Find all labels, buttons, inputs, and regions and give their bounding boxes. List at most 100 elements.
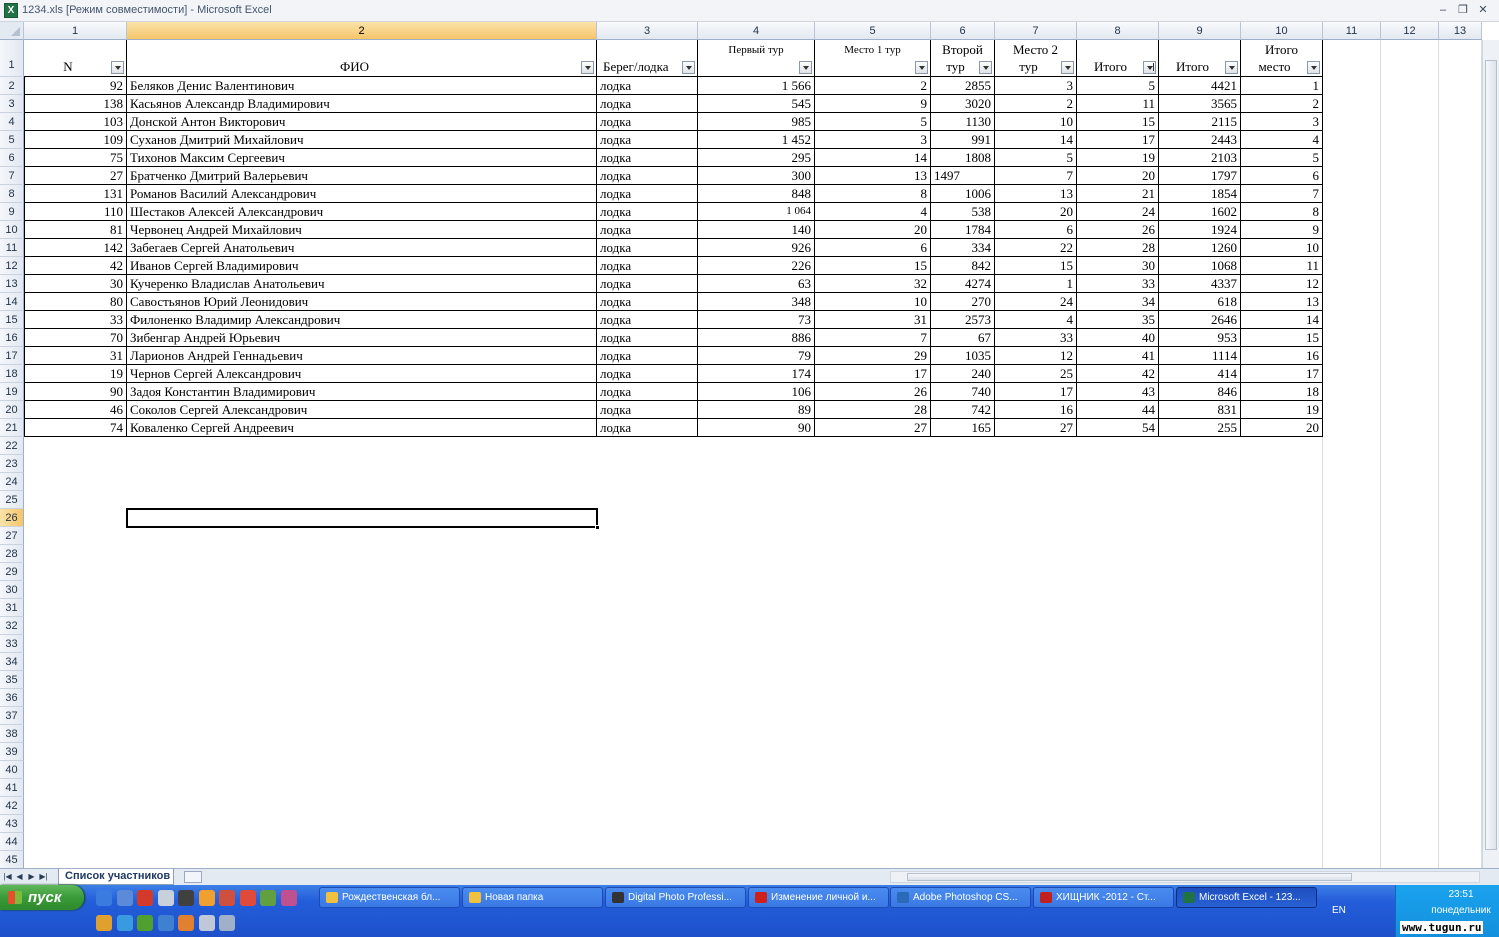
cell-sp[interactable]: 30	[1077, 257, 1159, 275]
cell-sum[interactable]: 3565	[1159, 95, 1241, 113]
cell-sum[interactable]: 2443	[1159, 131, 1241, 149]
quick-launch-icon[interactable]	[260, 890, 276, 906]
cell-place[interactable]: 7	[1241, 185, 1323, 203]
cell-p2[interactable]: 13	[995, 185, 1077, 203]
start-button[interactable]: пуск	[0, 885, 84, 910]
quick-launch-icon[interactable]	[198, 915, 215, 931]
taskbar-window-button[interactable]: Microsoft Excel - 123...	[1176, 887, 1317, 908]
cell-sp[interactable]: 28	[1077, 239, 1159, 257]
cell-n[interactable]: 46	[24, 401, 127, 419]
cell-t2[interactable]: 2573	[931, 311, 995, 329]
cell-t2[interactable]: 538	[931, 203, 995, 221]
cell-n[interactable]: 70	[24, 329, 127, 347]
cell-place[interactable]: 17	[1241, 365, 1323, 383]
cell-sp[interactable]: 34	[1077, 293, 1159, 311]
quick-launch-icon[interactable]	[280, 890, 297, 906]
cell-fio[interactable]: Савостьянов Юрий Леонидович	[127, 293, 597, 311]
row-header[interactable]: 3	[0, 95, 24, 113]
cell-t2[interactable]: 3020	[931, 95, 995, 113]
cell-p2[interactable]: 17	[995, 383, 1077, 401]
cell-t1[interactable]: 886	[698, 329, 815, 347]
restore-button[interactable]: ❐	[1454, 2, 1472, 18]
cell-p1[interactable]: 5	[815, 113, 931, 131]
cell-sp[interactable]: 42	[1077, 365, 1159, 383]
column-header[interactable]: 3	[597, 22, 698, 40]
cell-place[interactable]: 15	[1241, 329, 1323, 347]
cell-n[interactable]: 74	[24, 419, 127, 437]
cell-sum[interactable]: 831	[1159, 401, 1241, 419]
filter-dropdown-icon[interactable]	[1061, 61, 1074, 74]
cell-sum[interactable]: 1854	[1159, 185, 1241, 203]
row-header[interactable]: 38	[0, 725, 24, 743]
cell-t2[interactable]: 1035	[931, 347, 995, 365]
cell-place[interactable]: 12	[1241, 275, 1323, 293]
cell-sp[interactable]: 41	[1077, 347, 1159, 365]
row-header[interactable]: 22	[0, 437, 24, 455]
row-header[interactable]: 31	[0, 599, 24, 617]
row-header[interactable]: 43	[0, 815, 24, 833]
cell-t1[interactable]: 295	[698, 149, 815, 167]
cell-sp[interactable]: 44	[1077, 401, 1159, 419]
cell-sum[interactable]: 4337	[1159, 275, 1241, 293]
header-cell-place2[interactable]: Место 2 тур	[995, 40, 1077, 77]
cell-p1[interactable]: 4	[815, 203, 931, 221]
row-header[interactable]: 29	[0, 563, 24, 581]
row-header[interactable]: 27	[0, 527, 24, 545]
vertical-scrollbar[interactable]	[1482, 40, 1499, 868]
cell-sp[interactable]: 21	[1077, 185, 1159, 203]
cell-p2[interactable]: 20	[995, 203, 1077, 221]
cell-n[interactable]: 80	[24, 293, 127, 311]
cell-n[interactable]: 75	[24, 149, 127, 167]
cell-t1[interactable]: 63	[698, 275, 815, 293]
row-header[interactable]: 16	[0, 329, 24, 347]
row-header[interactable]: 24	[0, 473, 24, 491]
cell-t1[interactable]: 106	[698, 383, 815, 401]
cell-shore[interactable]: лодка	[597, 95, 698, 113]
cell-fio[interactable]: Филоненко Владимир Александрович	[127, 311, 597, 329]
cell-sum[interactable]: 1114	[1159, 347, 1241, 365]
cell-sum[interactable]: 1797	[1159, 167, 1241, 185]
cell-fio[interactable]: Касьянов Александр Владимирович	[127, 95, 597, 113]
cell-t1[interactable]: 1 452	[698, 131, 815, 149]
quick-launch-icon[interactable]	[198, 890, 215, 906]
taskbar-window-button[interactable]: Рождественская бл...	[319, 887, 460, 908]
cell-p2[interactable]: 5	[995, 149, 1077, 167]
quick-launch-icon[interactable]	[157, 915, 174, 931]
clock[interactable]: 23:51 понедельник	[1426, 889, 1496, 917]
row-header[interactable]: 37	[0, 707, 24, 725]
cell-sp[interactable]: 26	[1077, 221, 1159, 239]
cell-place[interactable]: 19	[1241, 401, 1323, 419]
cell-shore[interactable]: лодка	[597, 203, 698, 221]
cell-p2[interactable]: 10	[995, 113, 1077, 131]
cell-sum[interactable]: 1602	[1159, 203, 1241, 221]
row-header[interactable]: 14	[0, 293, 24, 311]
cell-p2[interactable]: 3	[995, 77, 1077, 95]
cell-shore[interactable]: лодка	[597, 293, 698, 311]
cell-fio[interactable]: Братченко Дмитрий Валерьевич	[127, 167, 597, 185]
minimize-button[interactable]: –	[1434, 2, 1452, 18]
cell-t2[interactable]: 165	[931, 419, 995, 437]
cell-p2[interactable]: 4	[995, 311, 1077, 329]
cell-p2[interactable]: 22	[995, 239, 1077, 257]
cell-place[interactable]: 13	[1241, 293, 1323, 311]
row-header[interactable]: 40	[0, 761, 24, 779]
cell-t1[interactable]: 89	[698, 401, 815, 419]
cell-n[interactable]: 81	[24, 221, 127, 239]
cell-t2[interactable]: 67	[931, 329, 995, 347]
next-sheet-icon[interactable]: ▶	[26, 870, 37, 884]
cell-t1[interactable]: 140	[698, 221, 815, 239]
quick-launch-icon[interactable]	[116, 890, 133, 906]
cell-fio[interactable]: Иванов Сергей Владимирович	[127, 257, 597, 275]
cell-fio[interactable]: Ларионов Андрей Геннадьевич	[127, 347, 597, 365]
filter-dropdown-icon[interactable]	[581, 61, 594, 74]
column-header[interactable]: 10	[1241, 22, 1323, 40]
cell-p2[interactable]: 12	[995, 347, 1077, 365]
cell-t2[interactable]: 2855	[931, 77, 995, 95]
cell-sp[interactable]: 54	[1077, 419, 1159, 437]
last-sheet-icon[interactable]: ▶|	[38, 870, 49, 884]
row-header[interactable]: 32	[0, 617, 24, 635]
cell-sum[interactable]: 618	[1159, 293, 1241, 311]
cell-fio[interactable]: Тихонов Максим Сергеевич	[127, 149, 597, 167]
cell-shore[interactable]: лодка	[597, 311, 698, 329]
cell-t1[interactable]: 79	[698, 347, 815, 365]
